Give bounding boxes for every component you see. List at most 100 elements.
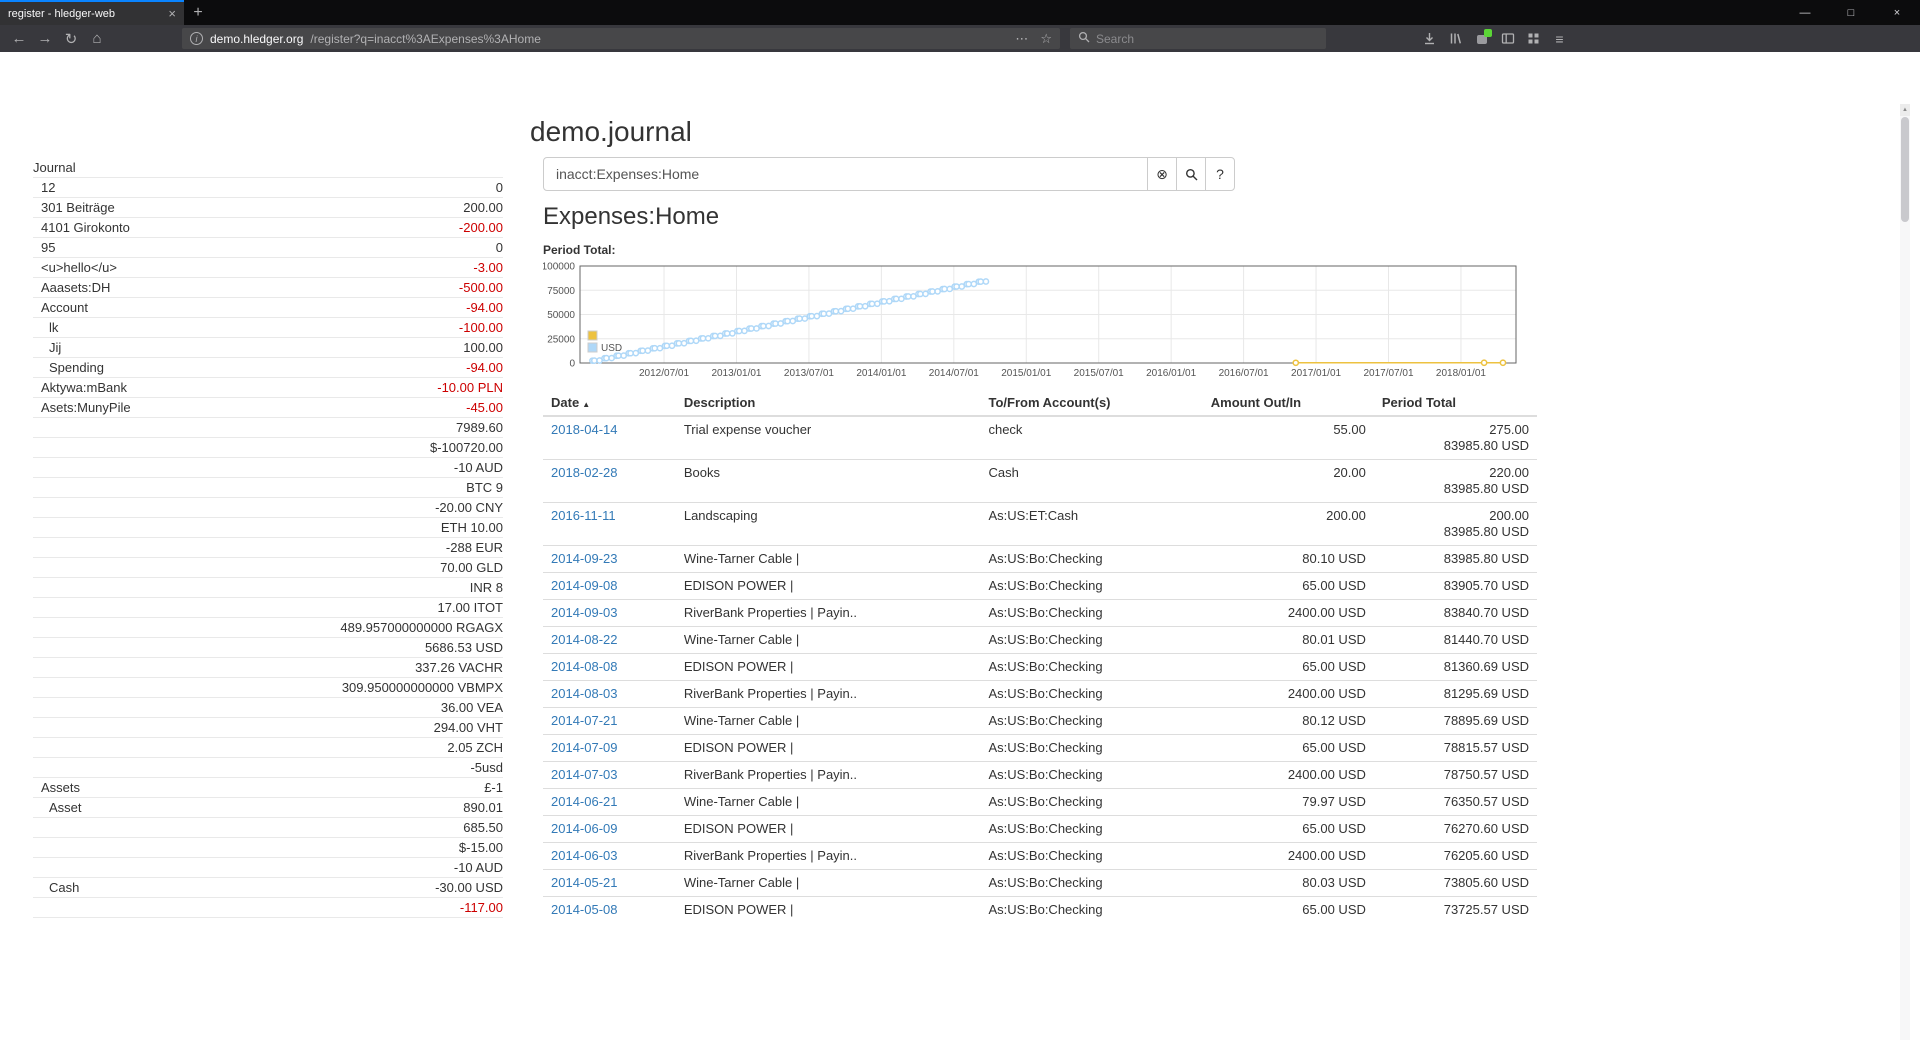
transaction-date-link[interactable]: 2014-05-21 [551,875,618,890]
sidebar-account-row[interactable]: -10 AUD [33,858,503,878]
downloads-icon[interactable] [1418,28,1441,50]
column-header-amount[interactable]: Amount Out/In [1203,390,1374,416]
transaction-date-link[interactable]: 2016-11-11 [551,508,616,523]
sidebar-account-row[interactable]: 5686.53 USD [33,638,503,658]
sidebar-account-row[interactable]: -5usd [33,758,503,778]
sidebar-account-row[interactable]: 70.00 GLD [33,558,503,578]
sidebar-account-row[interactable]: -288 EUR [33,538,503,558]
register-row[interactable]: 2014-07-03RiverBank Properties | Payin..… [543,762,1537,789]
transaction-date-link[interactable]: 2018-04-14 [551,422,618,437]
menu-icon[interactable]: ≡ [1548,28,1571,50]
register-row[interactable]: 2018-02-28BooksCash20.00220.0083985.80 U… [543,460,1537,503]
library-icon[interactable] [1444,28,1467,50]
sidebar-account-row[interactable]: $-15.00 [33,838,503,858]
register-row[interactable]: 2014-09-08EDISON POWER |As:US:Bo:Checkin… [543,573,1537,600]
account-name[interactable]: Asset [33,800,82,815]
sidebar-account-row[interactable]: -20.00 CNY [33,498,503,518]
register-row[interactable]: 2014-07-21Wine-Tarner Cable |As:US:Bo:Ch… [543,708,1537,735]
register-row[interactable]: 2014-06-03RiverBank Properties | Payin..… [543,843,1537,870]
sidebar-account-row[interactable]: 337.26 VACHR [33,658,503,678]
transaction-date-link[interactable]: 2014-08-03 [551,686,618,701]
browser-search-bar[interactable]: Search [1070,28,1326,49]
register-row[interactable]: 2014-06-21Wine-Tarner Cable |As:US:Bo:Ch… [543,789,1537,816]
register-row[interactable]: 2014-09-23Wine-Tarner Cable |As:US:Bo:Ch… [543,546,1537,573]
page-actions-icon[interactable]: ⋯ [1015,31,1028,47]
sidebar-account-row[interactable]: -10 AUD [33,458,503,478]
sidebar-account-row[interactable]: 950 [33,238,503,258]
search-submit-button[interactable] [1176,157,1206,191]
account-name[interactable]: Aktywa:mBank [33,380,127,395]
sidebar-account-row[interactable]: 309.950000000000 VBMPX [33,678,503,698]
transaction-date-link[interactable]: 2014-08-22 [551,632,618,647]
site-info-icon[interactable]: i [190,32,203,45]
close-window-button[interactable]: × [1874,0,1920,25]
sidebars-icon[interactable] [1496,28,1519,50]
register-row[interactable]: 2016-11-11LandscapingAs:US:ET:Cash200.00… [543,503,1537,546]
register-row[interactable]: 2018-04-14Trial expense vouchercheck55.0… [543,416,1537,460]
account-name[interactable]: Cash [33,880,79,895]
transaction-date-link[interactable]: 2014-09-03 [551,605,618,620]
browser-tab[interactable]: register - hledger-web × [0,0,184,25]
account-name[interactable]: 4101 Girokonto [33,220,130,235]
forward-button[interactable]: → [32,28,58,50]
sidebar-account-row[interactable]: $-100720.00 [33,438,503,458]
transaction-date-link[interactable]: 2014-09-08 [551,578,618,593]
column-header-account[interactable]: To/From Account(s) [980,390,1202,416]
sidebar-account-row[interactable]: Aktywa:mBank-10.00 PLN [33,378,503,398]
account-name[interactable]: <u>hello</u> [33,260,117,275]
register-row[interactable]: 2014-07-09EDISON POWER |As:US:Bo:Checkin… [543,735,1537,762]
register-row[interactable]: 2014-06-09EDISON POWER |As:US:Bo:Checkin… [543,816,1537,843]
sidebar-account-row[interactable]: lk-100.00 [33,318,503,338]
register-row[interactable]: 2014-08-03RiverBank Properties | Payin..… [543,681,1537,708]
url-bar[interactable]: i demo.hledger.org /register?q=inacct%3A… [182,28,1060,49]
sidebar-account-row[interactable]: Account-94.00 [33,298,503,318]
sidebar-account-row[interactable]: Aaasets:DH-500.00 [33,278,503,298]
reload-button[interactable]: ↻ [58,28,84,50]
sidebar-account-row[interactable]: 489.957000000000 RGAGX [33,618,503,638]
sidebar-account-row[interactable]: 685.50 [33,818,503,838]
register-row[interactable]: 2014-05-21Wine-Tarner Cable |As:US:Bo:Ch… [543,870,1537,897]
transaction-date-link[interactable]: 2014-06-03 [551,848,618,863]
sidebar-account-row[interactable]: Jij100.00 [33,338,503,358]
sidebar-account-row[interactable]: <u>hello</u>-3.00 [33,258,503,278]
sidebar-account-row[interactable]: 294.00 VHT [33,718,503,738]
sidebar-account-row[interactable]: Asets:MunyPile-45.00 [33,398,503,418]
sidebar-account-row[interactable]: Asset890.01 [33,798,503,818]
transaction-date-link[interactable]: 2014-09-23 [551,551,618,566]
sidebar-journal-link[interactable]: Journal [33,158,503,178]
account-name[interactable]: Aaasets:DH [33,280,110,295]
bookmark-star-icon[interactable]: ☆ [1040,31,1052,47]
sidebar-account-row[interactable]: 120 [33,178,503,198]
column-header-description[interactable]: Description [676,390,981,416]
back-button[interactable]: ← [6,28,32,50]
register-row[interactable]: 2014-08-08EDISON POWER |As:US:Bo:Checkin… [543,654,1537,681]
register-row[interactable]: 2014-09-03RiverBank Properties | Payin..… [543,600,1537,627]
transaction-date-link[interactable]: 2014-06-21 [551,794,618,809]
column-header-period-total[interactable]: Period Total [1374,390,1537,416]
column-header-date[interactable]: Date▲ [543,390,676,416]
transaction-date-link[interactable]: 2014-07-09 [551,740,618,755]
scroll-up-icon[interactable]: ▲ [1900,104,1910,116]
account-name[interactable]: 95 [33,240,55,255]
sidebar-account-row[interactable]: Spending-94.00 [33,358,503,378]
account-name[interactable]: Asets:MunyPile [33,400,131,415]
sidebar-account-row[interactable]: 301 Beiträge200.00 [33,198,503,218]
maximize-button[interactable]: □ [1828,0,1874,25]
journal-label[interactable]: Journal [33,160,76,175]
transaction-date-link[interactable]: 2014-07-03 [551,767,618,782]
minimize-button[interactable]: — [1782,0,1828,25]
sidebar-account-row[interactable]: 36.00 VEA [33,698,503,718]
new-tab-button[interactable]: + [184,0,212,25]
home-button[interactable]: ⌂ [84,28,110,50]
transaction-date-link[interactable]: 2014-07-21 [551,713,618,728]
sidebar-account-row[interactable]: -117.00 [33,898,503,918]
transaction-date-link[interactable]: 2014-06-09 [551,821,618,836]
account-name[interactable]: Spending [33,360,104,375]
transaction-date-link[interactable]: 2014-08-08 [551,659,618,674]
sidebar-account-row[interactable]: BTC 9 [33,478,503,498]
account-name[interactable]: Assets [33,780,80,795]
grid-icon[interactable] [1522,28,1545,50]
account-name[interactable]: lk [33,320,58,335]
transaction-date-link[interactable]: 2014-05-08 [551,902,618,917]
account-name[interactable]: Jij [33,340,61,355]
